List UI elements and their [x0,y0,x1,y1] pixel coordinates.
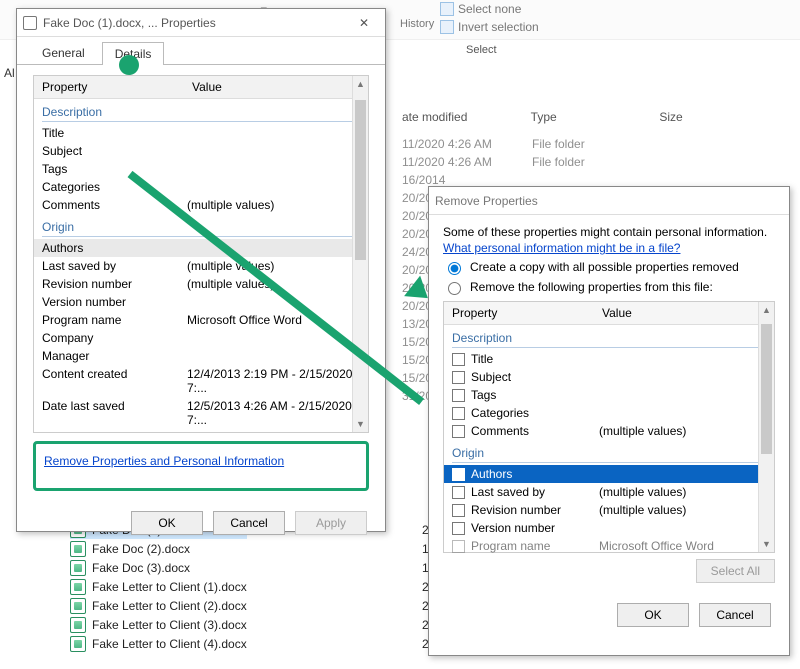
window-title: Remove Properties [435,194,783,208]
checkbox[interactable] [452,389,465,402]
checkrow-authors[interactable]: Authors [444,465,774,483]
list-item[interactable]: Fake Letter to Client (1).docx2/15/2020 [70,577,247,596]
scroll-thumb[interactable] [355,100,366,260]
remove-properties-link[interactable]: Remove Properties and Personal Informati… [44,454,284,468]
ribbon-select-group: Select [466,44,497,56]
ribbon-history[interactable]: History [400,18,434,30]
info-text: Some of these properties might contain p… [443,225,775,239]
docx-icon [70,598,86,614]
select-all-button: Select All [696,559,775,583]
checkrow-subject[interactable]: Subject [444,368,774,386]
truncated-left-panel: Al [4,66,15,80]
scroll-down-icon[interactable]: ▼ [759,536,774,552]
close-icon[interactable]: ✕ [349,16,379,30]
radio-remove-following-input[interactable] [448,282,461,295]
scroll-thumb[interactable] [761,324,772,454]
docx-icon [70,617,86,633]
cancel-button[interactable]: Cancel [699,603,771,627]
checkbox[interactable] [452,425,465,438]
checkrow-last-saved-by[interactable]: Last saved by(multiple values) [444,483,774,501]
checkrow-program-name[interactable]: Program nameMicrosoft Office Word [444,537,774,555]
window-title: Fake Doc (1).docx, ... Properties [43,16,349,30]
docx-icon [70,560,86,576]
col-header-value[interactable]: Value [184,76,368,98]
scroll-up-icon[interactable]: ▲ [353,76,368,92]
scrollbar[interactable]: ▲ ▼ [352,76,368,432]
list-item[interactable]: Fake Letter to Client (2).docx2/15/2020 [70,596,247,615]
details-property-grid[interactable]: Property Value Description Title Subject… [33,75,369,433]
ok-button[interactable]: OK [131,511,203,535]
col-header-value[interactable]: Value [594,302,774,324]
cancel-button[interactable]: Cancel [213,511,285,535]
scroll-up-icon[interactable]: ▲ [759,302,774,318]
radio-remove-following[interactable]: Remove the following properties from thi… [443,279,775,295]
checkbox[interactable] [452,353,465,366]
remove-properties-dialog: Remove Properties Some of these properti… [428,186,790,656]
explorer-column-headers[interactable]: ate modified Type Size [390,110,800,124]
properties-dialog: Fake Doc (1).docx, ... Properties ✕ Gene… [16,8,386,532]
checkbox[interactable] [452,468,465,481]
checkrow-categories[interactable]: Categories [444,404,774,422]
checkbox[interactable] [452,407,465,420]
col-header-property[interactable]: Property [34,76,184,98]
col-type: Type [531,110,660,124]
checkbox[interactable] [452,371,465,384]
checkbox[interactable] [452,486,465,499]
checkbox[interactable] [452,522,465,535]
scrollbar[interactable]: ▲ ▼ [758,302,774,552]
ok-button[interactable]: OK [617,603,689,627]
radio-create-copy-input[interactable] [448,262,461,275]
col-date-modified: ate modified [402,110,531,124]
help-link[interactable]: What personal information might be in a … [443,241,680,255]
list-item[interactable]: Fake Doc (3).docx12/5/2013 [70,558,247,577]
col-header-property[interactable]: Property [444,302,594,324]
checkrow-revision-number[interactable]: Revision number(multiple values) [444,501,774,519]
remove-property-grid[interactable]: Property Value Description Title Subject… [443,301,775,553]
file-icon [23,16,37,30]
annotation-arrow-start [119,55,139,75]
scroll-down-icon[interactable]: ▼ [353,416,368,432]
apply-button: Apply [295,511,367,535]
checkrow-tags[interactable]: Tags [444,386,774,404]
radio-create-copy[interactable]: Create a copy with all possible properti… [443,259,775,275]
highlight-box: Remove Properties and Personal Informati… [33,441,369,491]
titlebar[interactable]: Fake Doc (1).docx, ... Properties ✕ [17,9,385,37]
list-item[interactable]: Fake Letter to Client (4).docx2/15/2020 [70,634,247,653]
docx-icon [70,579,86,595]
ribbon-invert-selection[interactable]: Invert selection [440,20,539,34]
docx-icon [70,636,86,652]
checkbox[interactable] [452,504,465,517]
checkrow-comments[interactable]: Comments(multiple values) [444,422,774,440]
section-description: Description [444,325,774,347]
tab-general[interactable]: General [29,41,98,64]
section-origin: Origin [444,440,774,462]
ribbon-select-none[interactable]: Select none [440,2,521,16]
list-item[interactable]: Fake Letter to Client (3).docx2/15/2020 [70,615,247,634]
checkrow-version-number[interactable]: Version number [444,519,774,537]
checkbox[interactable] [452,540,465,553]
col-size: Size [659,110,788,124]
titlebar[interactable]: Remove Properties [429,187,789,215]
checkrow-title[interactable]: Title [444,350,774,368]
section-description: Description [34,99,368,121]
